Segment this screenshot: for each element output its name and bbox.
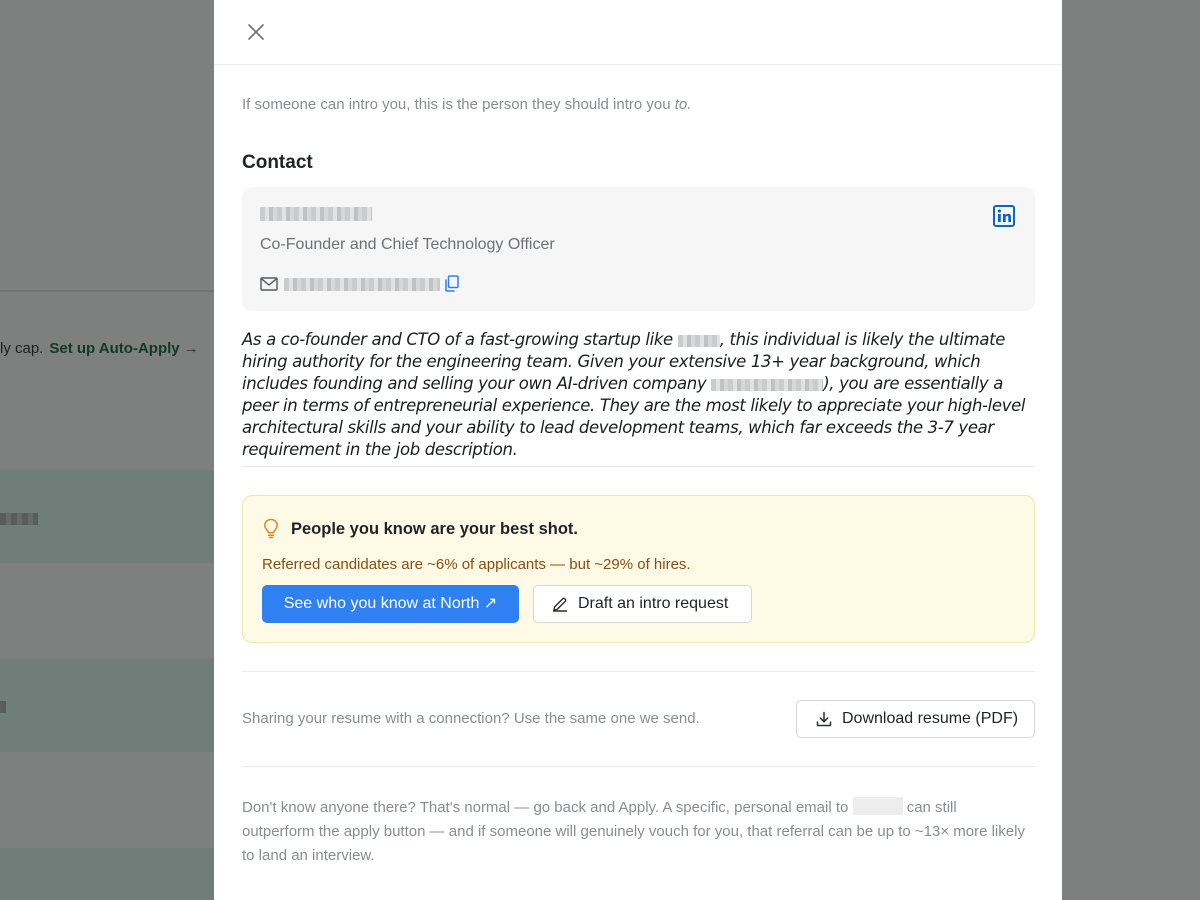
linkedin-icon[interactable] xyxy=(993,205,1015,227)
section-divider xyxy=(242,671,1035,672)
background-redacted-text xyxy=(0,701,6,713)
contact-modal: If someone can intro you, this is the pe… xyxy=(214,0,1062,900)
lightbulb-icon xyxy=(264,518,278,539)
background-notice: ly cap. Set up Auto-Apply → xyxy=(0,340,199,357)
contact-section-title: Contact xyxy=(242,152,313,173)
section-divider xyxy=(242,766,1035,767)
see-who-you-know-button[interactable]: See who you know at North ↗ xyxy=(262,585,519,623)
referral-stat: Referred candidates are ~6% of applicant… xyxy=(262,556,691,573)
contact-name-redacted xyxy=(260,207,372,221)
section-divider xyxy=(242,466,1035,467)
download-icon xyxy=(816,711,832,727)
modal-header xyxy=(214,0,1062,65)
intro-hint-text: If someone can intro you, this is the pe… xyxy=(242,96,675,113)
referral-tip-box: People you know are your best shot. Refe… xyxy=(242,495,1035,643)
contact-card: Co-Founder and Chief Technology Officer xyxy=(242,187,1035,311)
intro-hint-emphasis: to. xyxy=(674,96,692,113)
no-connection-advice: Don't know anyone there? That's normal —… xyxy=(242,796,1032,868)
footer-text-1: Don't know anyone there? That's normal —… xyxy=(242,799,853,816)
download-resume-button[interactable]: Download resume (PDF) xyxy=(796,700,1035,738)
company-name-redacted xyxy=(852,797,903,815)
own-company-redacted xyxy=(711,378,824,391)
background-list-item xyxy=(0,848,214,900)
draft-intro-request-label: Draft an intro request xyxy=(578,595,729,612)
share-resume-text: Sharing your resume with a connection? U… xyxy=(242,710,700,727)
background-redacted-text xyxy=(0,513,38,525)
auto-apply-link[interactable]: Set up Auto-Apply → xyxy=(49,340,198,357)
download-resume-label: Download resume (PDF) xyxy=(842,710,1019,727)
mail-icon xyxy=(260,277,278,291)
draft-intro-request-button[interactable]: Draft an intro request xyxy=(533,585,752,623)
contact-role: Co-Founder and Chief Technology Officer xyxy=(260,236,555,253)
background-divider xyxy=(0,290,214,292)
contact-email-redacted xyxy=(284,278,440,291)
background-list-item xyxy=(0,658,214,752)
background-list-item xyxy=(0,470,214,563)
bio-text-1: As a co-founder and CTO of a fast-growin… xyxy=(242,330,678,349)
tip-title: People you know are your best shot. xyxy=(291,520,578,538)
intro-hint: If someone can intro you, this is the pe… xyxy=(242,96,691,113)
close-icon[interactable] xyxy=(244,20,268,44)
copy-icon[interactable] xyxy=(445,275,459,292)
company-name-redacted xyxy=(677,334,720,347)
background-notice-text: ly cap. xyxy=(0,340,44,357)
pencil-icon xyxy=(552,597,568,612)
contact-bio: As a co-founder and CTO of a fast-growin… xyxy=(242,329,1032,461)
